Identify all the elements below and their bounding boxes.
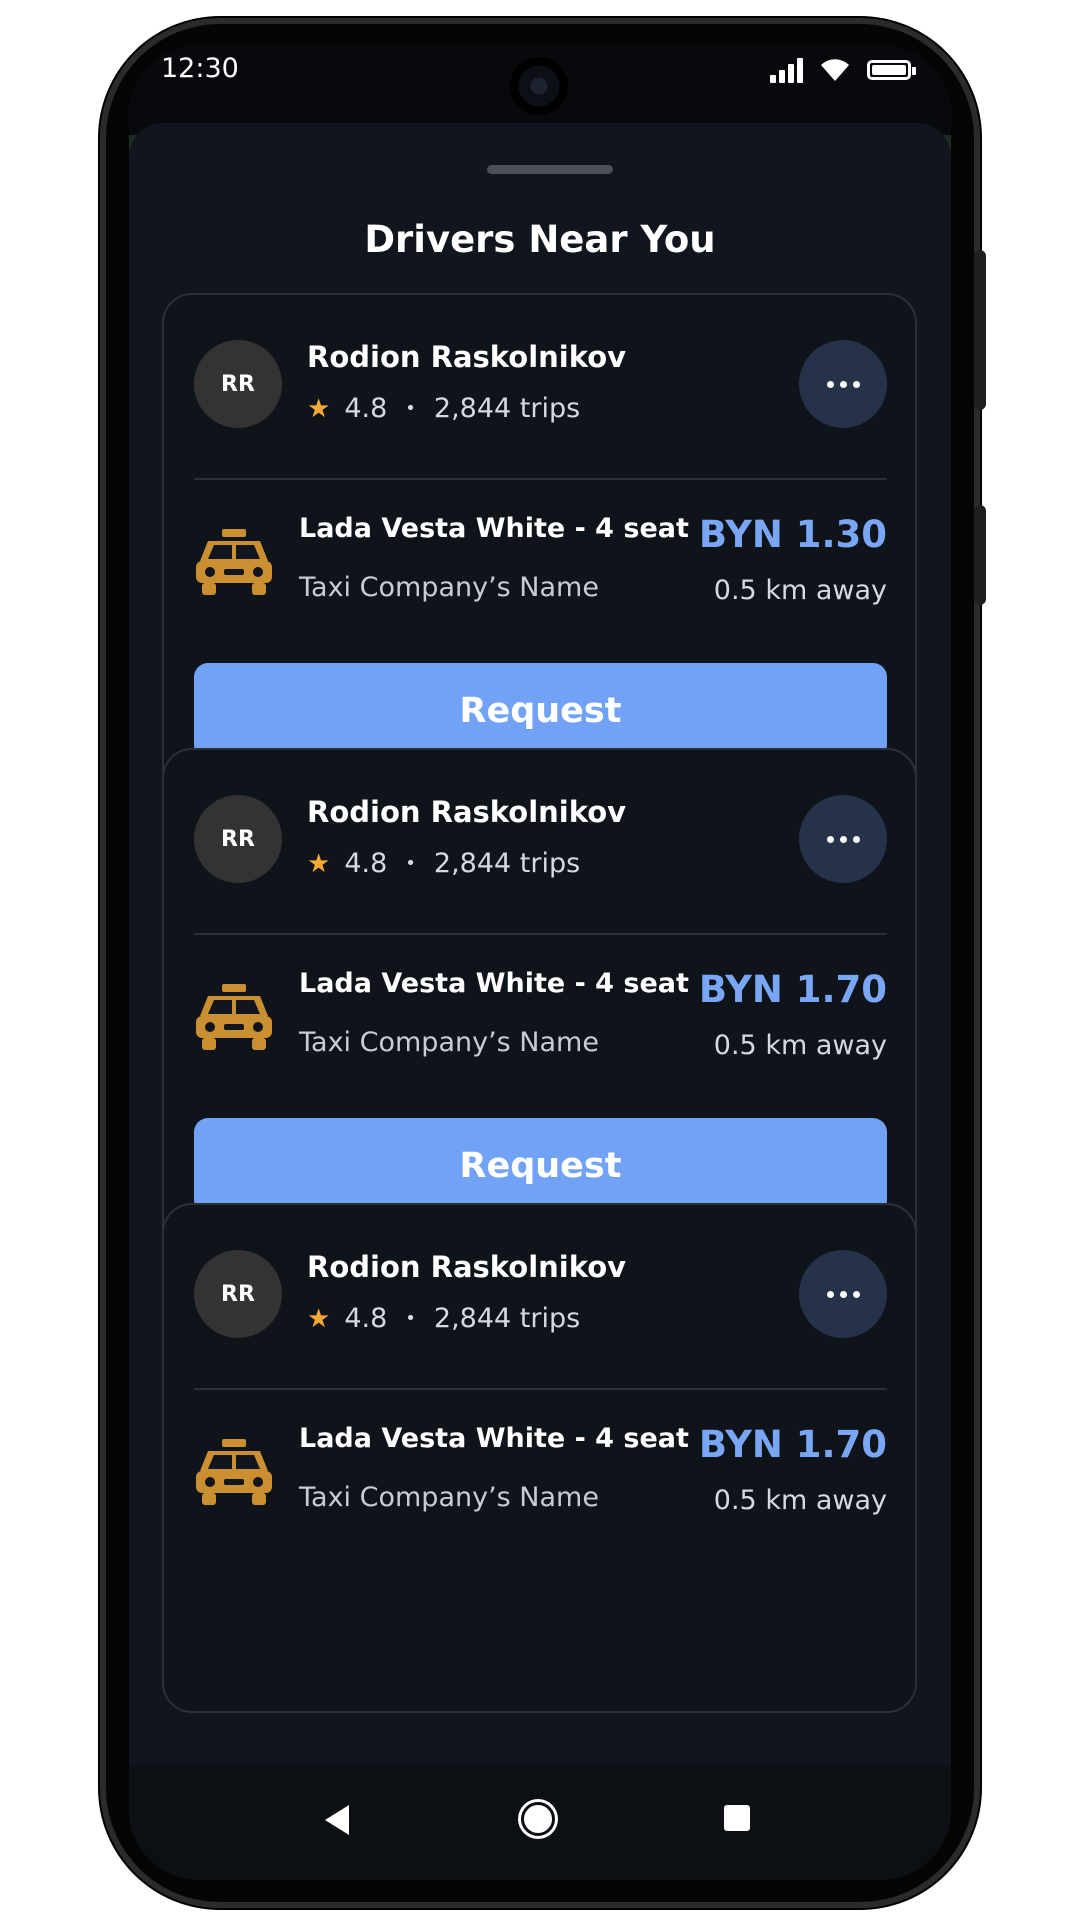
star-icon: ★ (307, 1303, 331, 1334)
divider (194, 478, 887, 480)
more-options-button[interactable] (799, 795, 887, 883)
avatar: RR (194, 340, 282, 428)
status-bar: 12:30 (129, 45, 951, 135)
driver-rating: 4.8 (344, 393, 388, 424)
driver-rating: 4.8 (344, 848, 388, 879)
star-icon: ★ (307, 848, 331, 879)
driver-trips: 2,844 trips (433, 393, 581, 424)
driver-distance: 0.5 km away (713, 575, 887, 606)
driver-trips: 2,844 trips (433, 848, 581, 879)
recents-icon[interactable] (724, 1805, 750, 1831)
driver-card[interactable]: RR Rodion Raskolnikov ★ 4.8 • 2,844 trip… (162, 1203, 917, 1713)
signal-icon (770, 57, 803, 83)
driver-name: Rodion Raskolnikov (307, 340, 627, 374)
more-options-button[interactable] (799, 1250, 887, 1338)
driver-distance: 0.5 km away (713, 1485, 887, 1516)
car-name: Lada Vesta White - 4 seat (299, 1423, 689, 1454)
driver-name: Rodion Raskolnikov (307, 795, 627, 829)
separator-dot: • (405, 398, 416, 419)
status-time: 12:30 (161, 53, 239, 84)
driver-rating: 4.8 (344, 1303, 388, 1334)
company-name: Taxi Company’s Name (299, 572, 599, 603)
back-icon[interactable] (325, 1805, 349, 1835)
company-name: Taxi Company’s Name (299, 1482, 599, 1513)
taxi-icon (196, 984, 272, 1050)
drag-handle[interactable] (487, 165, 613, 174)
fare-price: BYN 1.70 (698, 1423, 887, 1466)
system-navigation-bar (129, 1765, 951, 1880)
volume-button (974, 250, 986, 410)
wifi-icon (821, 59, 849, 81)
driver-meta: ★ 4.8 • 2,844 trips (307, 393, 580, 424)
sheet-title: Drivers Near You (364, 218, 716, 261)
car-name: Lada Vesta White - 4 seat (299, 513, 689, 544)
home-icon[interactable] (521, 1802, 555, 1836)
driver-trips: 2,844 trips (433, 1303, 581, 1334)
avatar: RR (194, 795, 282, 883)
separator-dot: • (405, 853, 416, 874)
driver-name: Rodion Raskolnikov (307, 1250, 627, 1284)
avatar: RR (194, 1250, 282, 1338)
company-name: Taxi Company’s Name (299, 1027, 599, 1058)
request-button[interactable]: Request (194, 663, 887, 759)
divider (194, 1388, 887, 1390)
driver-card[interactable]: RR Rodion Raskolnikov ★ 4.8 • 2,844 trip… (162, 748, 917, 1258)
car-name: Lada Vesta White - 4 seat (299, 968, 689, 999)
driver-card[interactable]: RR Rodion Raskolnikov ★ 4.8 • 2,844 trip… (162, 293, 917, 803)
driver-meta: ★ 4.8 • 2,844 trips (307, 1303, 580, 1334)
divider (194, 933, 887, 935)
taxi-icon (196, 529, 272, 595)
driver-distance: 0.5 km away (713, 1030, 887, 1061)
more-icon (826, 835, 834, 843)
phone-screen: 12:30 Drivers Near You RR Rodion Raskoln… (129, 45, 951, 1880)
fare-price: BYN 1.30 (698, 513, 887, 556)
battery-icon (867, 60, 916, 80)
canvas: 12:30 Drivers Near You RR Rodion Raskoln… (0, 0, 1080, 1920)
status-icons (770, 55, 916, 83)
fare-price: BYN 1.70 (698, 968, 887, 1011)
more-options-button[interactable] (799, 340, 887, 428)
taxi-icon (196, 1439, 272, 1505)
more-icon (826, 1290, 834, 1298)
more-icon (826, 380, 834, 388)
star-icon: ★ (307, 393, 331, 424)
power-button (974, 505, 986, 605)
separator-dot: • (405, 1308, 416, 1329)
drivers-bottom-sheet[interactable]: Drivers Near You RR Rodion Raskolnikov ★… (129, 123, 951, 1823)
front-camera (510, 57, 568, 115)
request-button[interactable]: Request (194, 1118, 887, 1214)
driver-meta: ★ 4.8 • 2,844 trips (307, 848, 580, 879)
